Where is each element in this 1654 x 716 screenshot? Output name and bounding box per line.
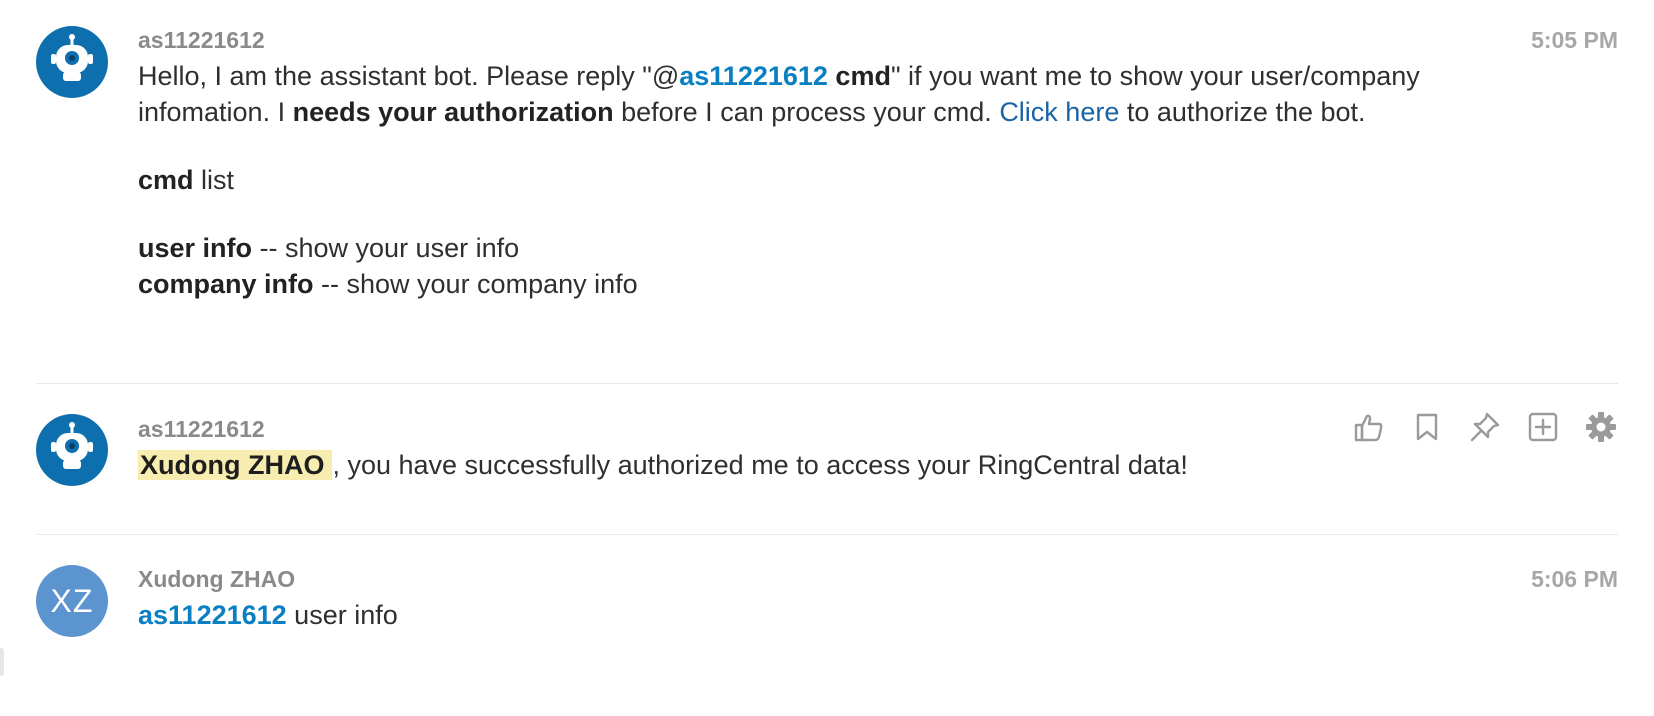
message-timestamp: 5:06 PM	[1531, 566, 1618, 592]
cmd-item-name: user info	[138, 233, 253, 263]
message-bot-welcome: as11221612 5:05 PM Hello, I am the assis…	[36, 0, 1618, 380]
cmd-item: company info -- show your company info	[138, 266, 1548, 302]
message-user: XZ Xudong ZHAO 5:06 PM as11221612 user i…	[36, 535, 1618, 716]
sender-name[interactable]: as11221612	[138, 416, 265, 443]
cmd-item-name: company info	[138, 269, 314, 299]
like-icon[interactable]	[1352, 410, 1386, 444]
sender-name[interactable]: as11221612	[138, 27, 265, 54]
mention-link[interactable]: as11221612	[679, 61, 828, 91]
cmd-item-desc: -- show your company info	[313, 269, 638, 299]
cmd-list-heading: cmd list	[138, 162, 1548, 198]
authorization-emphasis: needs your authorization	[292, 97, 614, 127]
message-body: as11221612 user info	[138, 597, 1548, 633]
cmd-item-desc: -- show your user info	[252, 233, 520, 263]
message-body: Xudong ZHAO, you have successfully autho…	[138, 447, 1288, 483]
settings-icon[interactable]	[1584, 410, 1618, 444]
message-body: Hello, I am the assistant bot. Please re…	[138, 58, 1548, 302]
authorized-text: Xudong ZHAO, you have successfully autho…	[138, 447, 1288, 483]
scroll-edge	[0, 648, 4, 676]
user-mention-highlight[interactable]: Xudong ZHAO	[138, 450, 333, 480]
user-avatar[interactable]: XZ	[36, 565, 108, 637]
cmd-heading-rest: list	[193, 165, 235, 195]
cmd-keyword: cmd	[827, 61, 891, 91]
message-timestamp: 5:05 PM	[1531, 27, 1618, 53]
intro-text-cont2: before I can process your cmd.	[613, 97, 1000, 127]
pin-icon[interactable]	[1468, 410, 1502, 444]
robot-icon	[51, 34, 93, 81]
authorize-link[interactable]: Click here	[999, 97, 1119, 127]
intro-paragraph: Hello, I am the assistant bot. Please re…	[138, 58, 1548, 130]
add-to-icon[interactable]	[1526, 410, 1560, 444]
message-bot-authorized[interactable]: as11221612 Xudong ZHAO , you have succes…	[36, 384, 1618, 534]
user-command: as11221612 user info	[138, 597, 1548, 633]
authorized-message: , you have successfully authorized me to…	[332, 450, 1188, 480]
intro-text: Hello, I am the assistant bot. Please re…	[138, 61, 680, 91]
bot-avatar[interactable]	[36, 414, 108, 486]
robot-icon	[51, 422, 93, 469]
bookmark-icon[interactable]	[1410, 410, 1444, 444]
bot-avatar[interactable]	[36, 26, 108, 98]
cmd-item: user info -- show your user info	[138, 230, 1548, 266]
cmd-heading-bold: cmd	[138, 165, 194, 195]
mention-link[interactable]: as11221612	[138, 600, 287, 630]
message-actions	[1352, 410, 1618, 444]
intro-text-end: to authorize the bot.	[1119, 97, 1366, 127]
command-text: user info	[286, 600, 398, 630]
sender-name[interactable]: Xudong ZHAO	[138, 566, 295, 593]
